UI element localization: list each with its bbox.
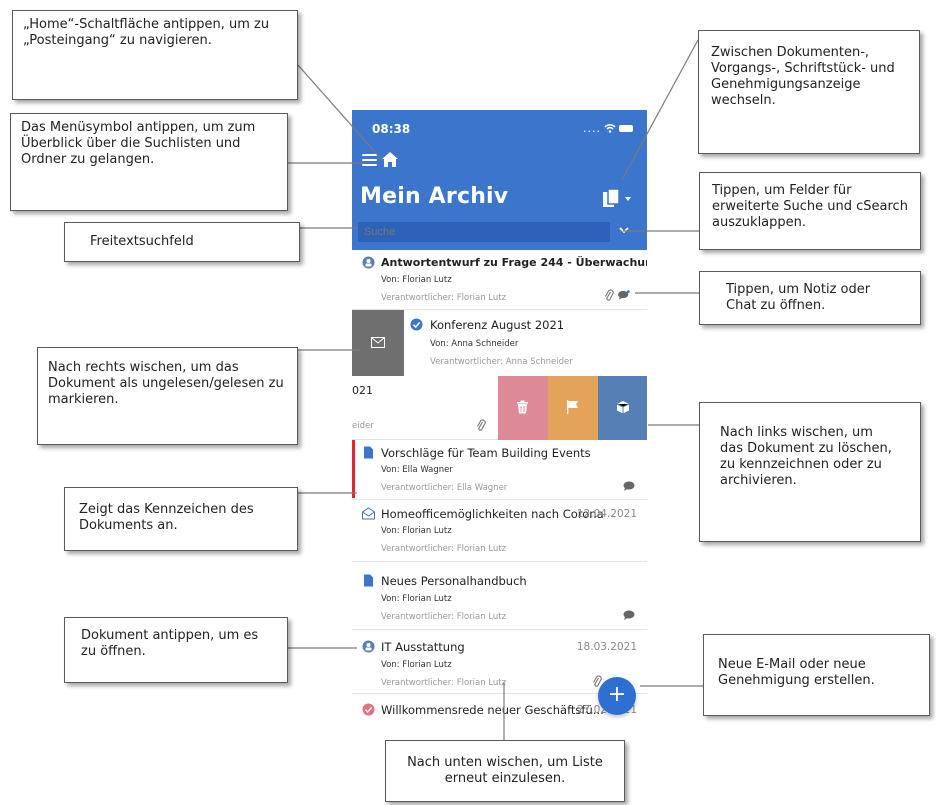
callout-flag: Zeigt das Kennzeichen des Dokuments an. [64, 487, 298, 551]
list-item-from: Von: Florian Lutz [381, 660, 452, 670]
callout-search: Freitextsuchfeld [64, 222, 300, 262]
battery-icon [619, 125, 633, 132]
list-item-responsible: eider [352, 421, 374, 431]
callout-open: Dokument antippen, um es zu öffnen. [64, 617, 288, 683]
paperclip-icon [605, 289, 614, 301]
checkmark-circle-icon [362, 703, 375, 716]
home-icon[interactable] [381, 151, 399, 168]
chevron-down-icon[interactable] [617, 223, 631, 237]
list-item-from: Von: Florian Lutz [381, 275, 452, 285]
trash-icon [517, 400, 528, 414]
list-item-title: 021 [352, 384, 373, 397]
callout-swipe-left: Nach links wischen, um das Dokument zu l… [699, 402, 921, 542]
callout-view-switch: Zwischen Dokumenten-, Vorgangs-, Schrift… [698, 30, 920, 154]
delete-button[interactable] [498, 376, 548, 440]
status-icons: .... [583, 122, 633, 135]
signal-indicator: .... [583, 122, 601, 135]
mark-unread-button[interactable] [352, 310, 404, 376]
archive-button[interactable] [598, 376, 647, 440]
app-header: 08:38 .... Mein Archiv [352, 110, 647, 250]
callout-expand: Tippen, um Felder für erweiterte Suche u… [699, 172, 921, 250]
list-item-from: Von: Ella Wagner [381, 465, 453, 475]
callout-home: „Home“-Schaltfläche antippen, um zu „Pos… [12, 10, 298, 100]
chat-icon[interactable] [623, 481, 635, 491]
list-item-swiped-left[interactable]: 021 eider [352, 376, 647, 440]
callout-menu: Das Menüsymbol antippen, um zum Überblic… [10, 113, 288, 211]
chat-icon[interactable] [618, 290, 630, 300]
status-time: 08:38 [372, 122, 411, 136]
list-item-swiped-right[interactable]: Konferenz August 2021 Von: Anna Schneide… [352, 310, 647, 376]
approval-icon [362, 640, 375, 653]
document-icon [364, 446, 373, 459]
list-item-title: Antwortentwurf zu Frage 244 - Überwachun… [381, 256, 647, 269]
list-item-title: Vorschläge für Team Building Events [381, 446, 591, 460]
list-item-from: Von: Florian Lutz [381, 526, 452, 536]
list-item-from: Von: Florian Lutz [381, 594, 452, 604]
chat-icon[interactable] [623, 610, 635, 620]
list-item[interactable]: Antwortentwurf zu Frage 244 - Überwachun… [352, 250, 647, 310]
list-item-date: 12.04.2021 [576, 508, 637, 520]
new-item-button[interactable]: + [598, 677, 636, 715]
approval-icon [362, 256, 375, 269]
search-input[interactable] [358, 222, 610, 242]
callout-note: Tippen, um Notiz oder Chat zu öffnen. [699, 271, 921, 325]
paperclip-icon [477, 419, 486, 431]
list-item-responsible: Verantwortlicher: Ella Wagner [381, 483, 508, 493]
callout-refresh: Nach unten wischen, um Liste erneut einz… [385, 740, 625, 802]
document-icon [364, 574, 373, 587]
list-item-responsible: Verantwortlicher: Florian Lutz [381, 612, 507, 622]
flag-icon [567, 400, 578, 414]
callout-swipe-right: Nach rechts wischen, um das Dokument als… [37, 347, 298, 445]
flag-button[interactable] [548, 376, 598, 440]
email-icon [362, 507, 375, 520]
phone-screen: 08:38 .... Mein Archiv Antwortentwurf zu… [352, 110, 647, 730]
page-title: Mein Archiv [360, 184, 509, 209]
callout-new: Neue E-Mail oder neue Genehmigung erstel… [703, 634, 930, 716]
list-item-title: IT Ausstattung [381, 640, 465, 654]
archive-box-icon [616, 401, 630, 414]
mail-icon [371, 337, 385, 348]
list-item[interactable]: Vorschläge für Team Building Events Von:… [352, 440, 647, 500]
list-item-responsible: Verantwortlicher: Anna Schneider [430, 357, 573, 367]
list-item-responsible: Verantwortlicher: Florian Lutz [381, 678, 507, 688]
list-item-title: Willkommensrede neuer Geschäftsfü... [381, 703, 604, 717]
list-item-title: Homeofficemöglichkeiten nach Corona [381, 507, 604, 521]
list-item[interactable]: Homeofficemöglichkeiten nach Corona 12.0… [352, 501, 647, 562]
list-item-date: 18.03.2021 [576, 641, 637, 653]
list-item-responsible: Verantwortlicher: Florian Lutz [381, 544, 507, 554]
list-item-from: Von: Anna Schneider [430, 339, 519, 349]
list-item-responsible: Verantwortlicher: Florian Lutz [381, 293, 507, 303]
approved-icon [410, 318, 423, 331]
menu-icon[interactable] [362, 154, 377, 166]
wifi-icon [604, 124, 616, 133]
flag-marker [352, 440, 355, 498]
list-item-title: Konferenz August 2021 [430, 318, 565, 332]
list-item[interactable]: Neues Personalhandbuch Von: Florian Lutz… [352, 563, 647, 630]
list-item-title: Neues Personalhandbuch [381, 574, 527, 588]
documents-view-icon[interactable] [601, 188, 635, 210]
